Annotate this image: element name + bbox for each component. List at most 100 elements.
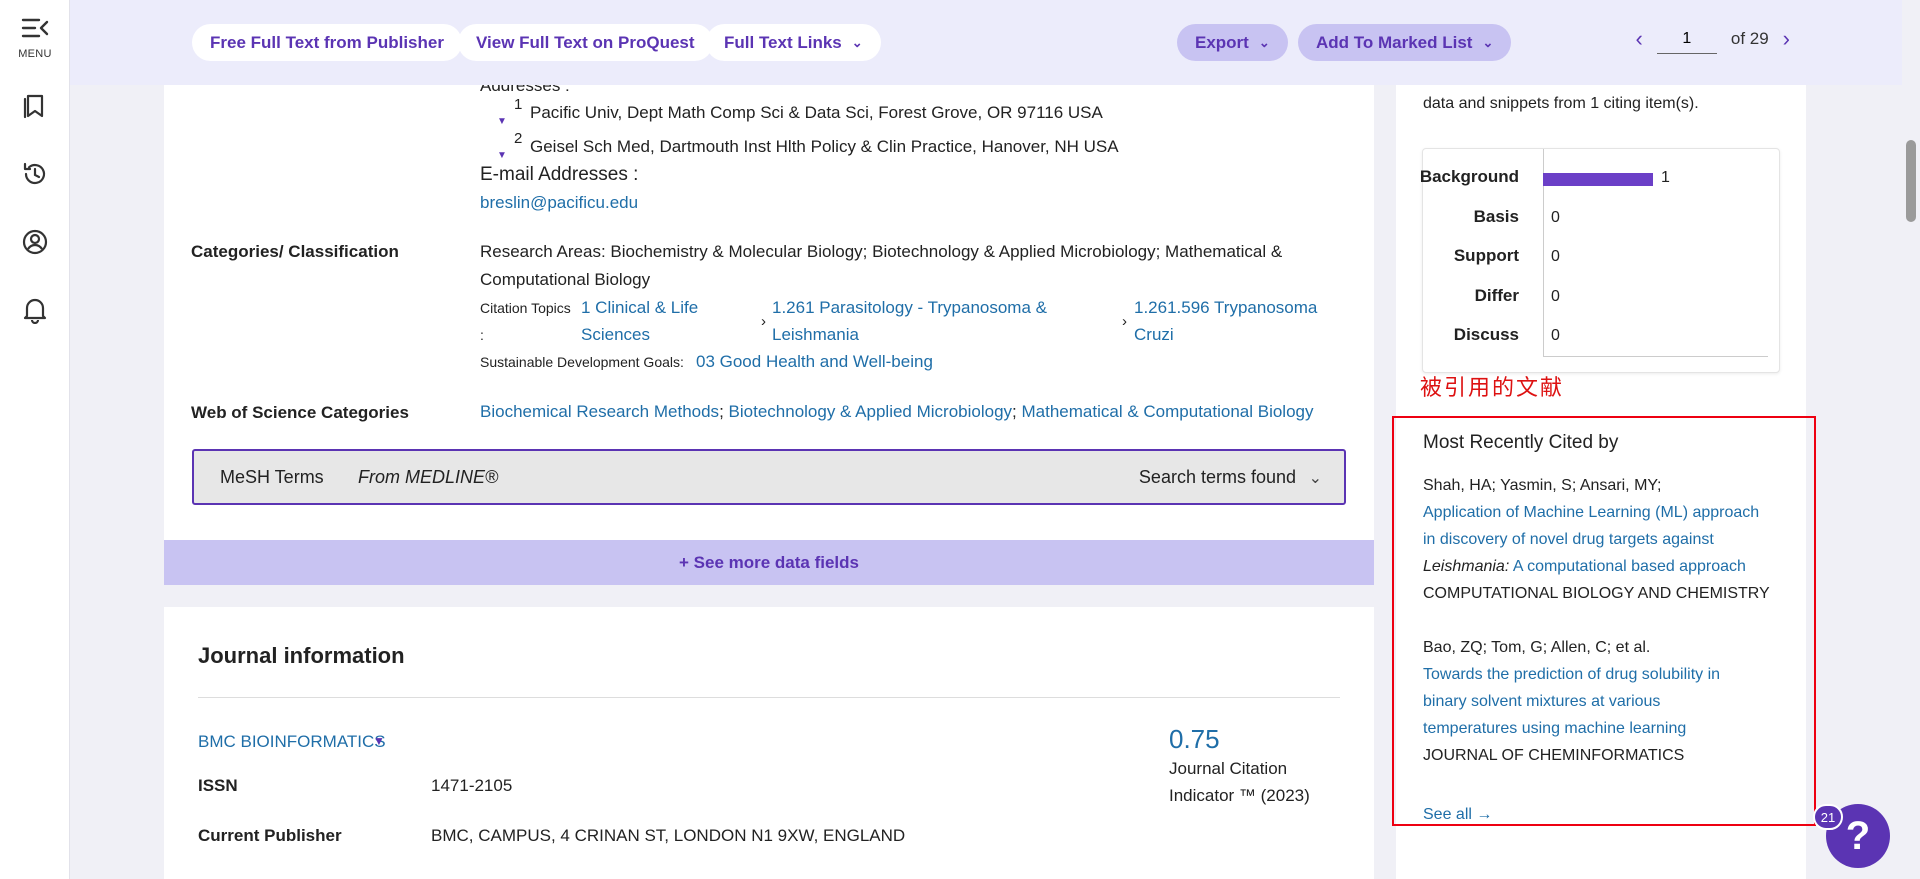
free-full-text-button[interactable]: Free Full Text from Publisher [192, 24, 462, 61]
cited-by-title-line1: Application of Machine Learning (ML) app… [1423, 504, 1760, 521]
citation-context-chart: Background 1 Basis 0 Support 0 Differ 0 Discuss 0 [1420, 148, 1780, 373]
citing-items-snippet: data and snippets from 1 citing item(s). [1423, 95, 1699, 112]
jci-label-line2: Indicator ™ (2023) [1169, 786, 1310, 805]
citation-topic-micro-line2[interactable]: Cruzi [1134, 321, 1174, 348]
scrollbar-thumb[interactable] [1906, 140, 1916, 222]
bookmarks-icon [23, 94, 44, 119]
record-card [164, 85, 1374, 585]
chart-value-label: 1 [1661, 169, 1670, 186]
chart-category-label: Support [1453, 246, 1519, 265]
record-pager: ‹ of 29 › [1636, 24, 1790, 54]
cited-by-title-line3: temperatures using machine learning [1423, 720, 1687, 737]
cited-by-item: Shah, HA; Yasmin, S; Ansari, MY; Applica… [1423, 472, 1783, 607]
address-2-caret-icon[interactable]: ▼ [497, 150, 507, 161]
journal-info-title: Journal information [198, 643, 405, 668]
sdg-label: Sustainable Development Goals: [480, 354, 684, 370]
cited-by-title-line1: Towards the prediction of drug solubilit… [1423, 666, 1721, 683]
journal-name-link[interactable]: BMC BIOINFORMATICS [198, 728, 386, 755]
cited-by-title-line2: in discovery of novel drug targets again… [1423, 531, 1714, 548]
citation-topics-colon: : [480, 327, 484, 343]
wos-categories: Biochemical Research Methods; Biotechnol… [480, 398, 1314, 425]
see-all-link[interactable]: See all → [1423, 806, 1492, 824]
action-toolbar: Free Full Text from Publisher View Full … [70, 0, 1920, 85]
chevron-down-icon: ⌄ [1258, 34, 1270, 50]
cited-by-title-line3: Leishmania: A computational based approa… [1423, 553, 1783, 580]
cited-by-authors: Shah, HA; Yasmin, S; Ansari, MY; [1423, 477, 1662, 494]
mesh-terms-accordion[interactable]: MeSH Terms From MEDLINE® Search terms fo… [192, 449, 1346, 505]
chevron-right-icon: › [761, 313, 766, 330]
marked-list-button[interactable] [15, 86, 55, 126]
chart-value-label: 0 [1551, 248, 1560, 265]
export-button[interactable]: Export ⌄ [1177, 24, 1288, 61]
jci-value: 0.75 [1169, 724, 1220, 754]
citation-topic-macro-line1[interactable]: 1 Clinical & Life [581, 294, 698, 321]
research-areas-line1: Research Areas: Biochemistry & Molecular… [480, 242, 1283, 261]
publisher-label: Current Publisher [198, 826, 342, 845]
history-icon [23, 162, 46, 185]
add-marked-list-button[interactable]: Add To Marked List ⌄ [1298, 24, 1512, 61]
address-2: Geisel Sch Med, Dartmouth Inst Hlth Poli… [530, 137, 1119, 156]
citation-topic-micro-line1[interactable]: 1.261.596 Trypanosoma [1134, 294, 1317, 321]
see-more-data-fields-button[interactable]: + See more data fields [164, 540, 1374, 585]
menu-icon [21, 18, 49, 38]
chart-bar[interactable] [1543, 173, 1653, 186]
research-areas-line2: Computational Biology [480, 270, 651, 289]
sdg-link[interactable]: 03 Good Health and Well-being [696, 348, 933, 375]
add-marked-list-label: Add To Marked List [1316, 32, 1473, 52]
chevron-right-icon[interactable]: › [1783, 26, 1790, 52]
cited-by-authors: Bao, ZQ; Tom, G; Allen, C; et al. [1423, 639, 1651, 656]
cited-by-title[interactable]: Towards the prediction of drug solubilit… [1423, 661, 1783, 742]
categories-label: Categories/ Classification [191, 242, 399, 261]
alerts-button[interactable] [15, 290, 55, 330]
menu-button[interactable] [15, 8, 55, 48]
chevron-down-icon: ⌄ [1308, 470, 1322, 487]
profile-button[interactable] [15, 222, 55, 262]
jci-label-line1: Journal Citation [1169, 759, 1288, 778]
citation-topic-macro-line2[interactable]: Sciences [581, 321, 650, 348]
address-1-caret-icon[interactable]: ▼ [497, 116, 507, 127]
annotation-note: 被引用的文献 [1420, 376, 1565, 401]
wos-category-2[interactable]: Biotechnology & Applied Microbiology [729, 402, 1013, 421]
export-label: Export [1195, 32, 1249, 52]
scrollbar-track[interactable] [1902, 0, 1920, 879]
menu-label: MENU [18, 48, 52, 60]
cited-by-title[interactable]: Application of Machine Learning (ML) app… [1423, 499, 1783, 580]
wos-categories-label: Web of Science Categories [191, 403, 409, 422]
chevron-down-icon: ⌄ [851, 34, 863, 50]
divider [198, 697, 1340, 698]
chevron-right-icon: › [1122, 313, 1127, 330]
mesh-title: MeSH Terms [220, 467, 324, 487]
wos-category-3[interactable]: Mathematical & Computational Biology [1022, 402, 1314, 421]
wos-category-1[interactable]: Biochemical Research Methods [480, 402, 719, 421]
left-rail: MENU [0, 0, 70, 879]
chevron-left-icon[interactable]: ‹ [1636, 26, 1643, 52]
history-button[interactable] [15, 154, 55, 194]
address-2-number: 2 [514, 130, 523, 147]
citation-topic-meso-line2[interactable]: Leishmania [772, 321, 859, 348]
caret-down-icon[interactable]: ▼ [373, 728, 385, 755]
page-input[interactable] [1656, 24, 1717, 54]
address-1: Pacific Univ, Dept Math Comp Sci & Data … [530, 103, 1103, 122]
cited-by-title-line2: binary solvent mixtures at various [1423, 693, 1661, 710]
email-label: E-mail Addresses : [480, 164, 639, 185]
cited-by-title-rest: A computational based approach [1509, 558, 1746, 575]
full-text-links-button[interactable]: Full Text Links ⌄ [706, 24, 881, 61]
full-text-links-label: Full Text Links [724, 32, 842, 52]
cited-by-title-italic: Leishmania: [1423, 558, 1510, 575]
mesh-found: Search terms found [1138, 467, 1296, 487]
cited-by-journal: COMPUTATIONAL BIOLOGY AND CHEMISTRY [1423, 585, 1770, 602]
chart-category-label: Discuss [1453, 325, 1519, 344]
chevron-down-icon: ⌄ [1482, 34, 1494, 50]
email-link[interactable]: breslin@pacificu.edu [480, 189, 638, 216]
view-proquest-button[interactable]: View Full Text on ProQuest [458, 24, 713, 61]
chart-baseline [1543, 356, 1768, 357]
separator: ; [719, 402, 724, 421]
chart-value-label: 0 [1551, 327, 1560, 344]
most-recently-cited-title: Most Recently Cited by [1423, 432, 1619, 453]
citation-topic-meso-line1[interactable]: 1.261 Parasitology - Trypanosoma & [772, 294, 1047, 321]
chart-category-label: Differ [1474, 285, 1519, 305]
issn-label: ISSN [198, 776, 238, 795]
publisher-value: BMC, CAMPUS, 4 CRINAN ST, LONDON N1 9XW,… [431, 826, 906, 845]
question-icon: ? [1845, 813, 1871, 858]
bell-icon [23, 298, 47, 324]
